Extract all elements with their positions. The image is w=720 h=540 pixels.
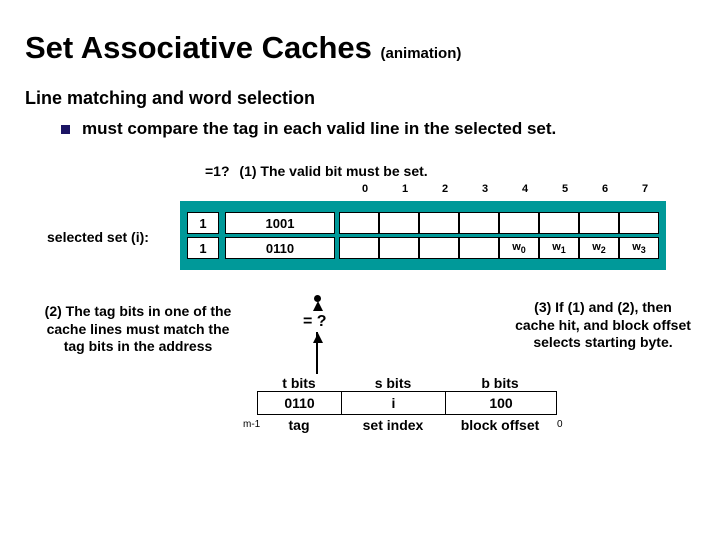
block-index-labels: 0 1 2 3 4 5 6 7 [345,183,665,195]
selected-set: 1 1001 1 0110 w0 w1 [180,201,666,270]
step-1: =1? (1) The valid bit must be set. [205,163,695,179]
bit-label-m1: m-1 [243,419,260,430]
tag-field: 1001 [225,212,335,234]
addr-hdr-b: b bits [445,375,555,391]
cache-line-1: 1 0110 w0 w1 w2 w3 [187,237,659,259]
subtitle: Line matching and word selection [25,88,695,109]
tag-field: 0110 [225,237,335,259]
block-byte [419,212,459,234]
block-byte [379,212,419,234]
address-breakdown: t bits s bits b bits 0110 i 100 tag set … [257,375,557,433]
cache-diagram: 0 1 2 3 4 5 6 7 selected set (i): 1 1001… [25,183,695,293]
block-byte [459,212,499,234]
block-byte [579,212,619,234]
addr-lbl-off: block offset [445,415,555,433]
addr-lbl-tag: tag [257,415,341,433]
block-byte [619,212,659,234]
step-2: (2) The tag bits in one of the cache lin… [43,303,233,356]
block-byte-w3: w3 [619,237,659,259]
slide-title-anim: (animation) [381,45,462,62]
addr-lbl-set: set index [341,415,445,433]
step-1-question: =1? [205,163,230,179]
addr-val-set: i [342,392,446,414]
block-byte [379,237,419,259]
cache-line-0: 1 1001 [187,212,659,234]
equals-question: = ? [303,313,327,331]
bottom-diagram: (2) The tag bits in one of the cache lin… [25,303,695,483]
selected-set-label: selected set (i): [47,229,149,245]
step-3: (3) If (1) and (2), then cache hit, and … [513,299,693,352]
block-byte [539,212,579,234]
addr-hdr-s: s bits [341,375,445,391]
arrow-up-icon [313,333,323,343]
addr-hdr-t: t bits [257,375,341,391]
valid-bit: 1 [187,237,219,259]
block-byte-w0: w0 [499,237,539,259]
block-byte-w2: w2 [579,237,619,259]
block-byte [339,237,379,259]
square-bullet-icon [61,125,70,134]
bullet-text: must compare the tag in each valid line … [82,119,556,139]
addr-val-tag: 0110 [258,392,342,414]
slide-title: Set Associative Caches [25,30,372,65]
block-byte [419,237,459,259]
bullet-row: must compare the tag in each valid line … [61,119,695,139]
addr-val-off: 100 [446,392,556,414]
block-byte [499,212,539,234]
arrow-dot-icon [314,295,321,302]
step-1-text: (1) The valid bit must be set. [239,163,427,179]
valid-bit: 1 [187,212,219,234]
block-byte [459,237,499,259]
block-byte [339,212,379,234]
arrow-up-icon [313,301,323,311]
bit-label-0: 0 [557,419,563,430]
block-byte-w1: w1 [539,237,579,259]
